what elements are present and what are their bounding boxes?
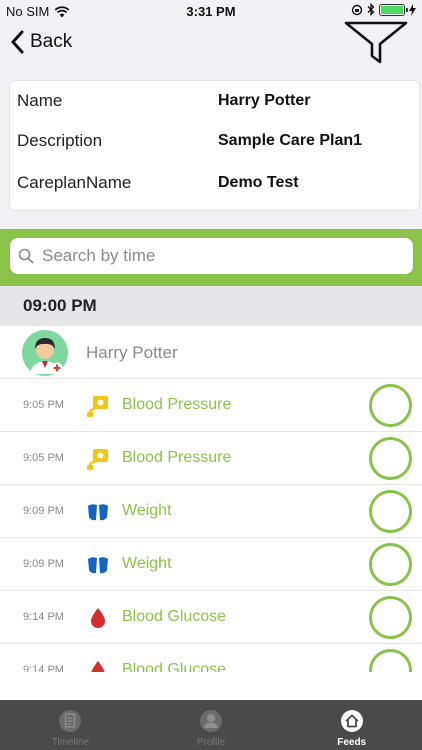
weight-icon	[88, 557, 108, 574]
info-label: CareplanName	[17, 173, 132, 192]
rotation-lock-icon	[351, 4, 363, 15]
blood-pressure-icon	[87, 396, 108, 417]
doctor-avatar-icon	[22, 330, 68, 376]
entry-time: 9:09 PM	[23, 505, 64, 517]
bluetooth-icon	[367, 3, 375, 16]
patient-row: Harry Potter	[0, 326, 422, 379]
info-row-description: Description Sample Care Plan1	[10, 126, 419, 156]
feed-entry-row[interactable]: 9:05 PM Blood Pressure	[0, 379, 422, 432]
entry-label: Blood Pressure	[122, 396, 232, 413]
info-value: Demo Test	[218, 174, 299, 191]
tab-label: Profile	[196, 737, 226, 748]
info-row-careplan-name: CareplanName Demo Test	[10, 168, 419, 198]
entry-time: 9:14 PM	[23, 664, 64, 672]
blood-glucose-icon	[91, 661, 105, 672]
list-footer	[0, 672, 422, 700]
blood-glucose-icon	[91, 608, 105, 628]
feed-list[interactable]: Harry Potter 9:05 PM Blood Pressure 9:05…	[0, 326, 422, 672]
info-label: Name	[17, 91, 63, 110]
feed-entry-row[interactable]: 9:09 PM Weight	[0, 538, 422, 591]
battery-icon	[379, 3, 408, 16]
status-right	[351, 3, 416, 16]
feed-entry-row[interactable]: 9:14 PM Blood Glucose	[0, 591, 422, 644]
chevron-left-icon	[11, 30, 24, 54]
complete-toggle[interactable]	[369, 649, 412, 672]
tab-feeds[interactable]: Feeds	[281, 700, 422, 750]
timeline-icon	[59, 710, 82, 732]
careplan-info-card: Name Harry Potter Description Sample Car…	[9, 80, 420, 211]
tab-label: Feeds	[337, 737, 367, 748]
complete-toggle[interactable]	[369, 543, 412, 586]
time-group-header: 09:00 PM	[0, 286, 422, 326]
search-input[interactable]	[42, 246, 382, 266]
search-box[interactable]	[10, 238, 413, 274]
tab-bar: Timeline Profile Feeds	[0, 700, 422, 750]
info-label: Description	[17, 131, 103, 150]
entry-label: Blood Glucose	[122, 608, 227, 625]
search-icon	[18, 248, 34, 264]
info-value: Harry Potter	[218, 92, 311, 109]
entry-label: Blood Pressure	[122, 449, 232, 466]
tab-timeline[interactable]: Timeline	[0, 700, 141, 750]
back-label: Back	[30, 31, 73, 52]
search-bar	[0, 229, 422, 286]
entry-label: Blood Glucose	[122, 661, 227, 672]
weight-icon	[88, 504, 108, 521]
tab-label: Timeline	[51, 737, 90, 748]
feeds-icon	[340, 710, 363, 732]
entry-time: 9:14 PM	[23, 611, 64, 623]
blood-pressure-icon	[87, 449, 108, 470]
complete-toggle[interactable]	[369, 490, 412, 533]
feed-entry-row[interactable]: 9:14 PM Blood Glucose	[0, 644, 422, 672]
complete-toggle[interactable]	[369, 596, 412, 639]
complete-toggle[interactable]	[369, 384, 412, 427]
charging-icon	[409, 3, 416, 16]
entry-time: 9:05 PM	[23, 452, 64, 464]
entry-time: 9:05 PM	[23, 399, 64, 411]
entry-label: Weight	[122, 502, 172, 519]
back-button[interactable]: Back	[10, 30, 72, 54]
info-value: Sample Care Plan1	[218, 132, 363, 149]
tab-profile[interactable]: Profile	[141, 700, 282, 750]
profile-icon	[200, 710, 222, 732]
feed-entry-row[interactable]: 9:09 PM Weight	[0, 485, 422, 538]
entry-label: Weight	[122, 555, 172, 572]
info-row-name: Name Harry Potter	[10, 86, 419, 116]
complete-toggle[interactable]	[369, 437, 412, 480]
patient-name: Harry Potter	[86, 343, 178, 362]
filter-icon[interactable]	[344, 18, 408, 66]
entry-time: 9:09 PM	[23, 558, 64, 570]
feed-entry-row[interactable]: 9:05 PM Blood Pressure	[0, 432, 422, 485]
